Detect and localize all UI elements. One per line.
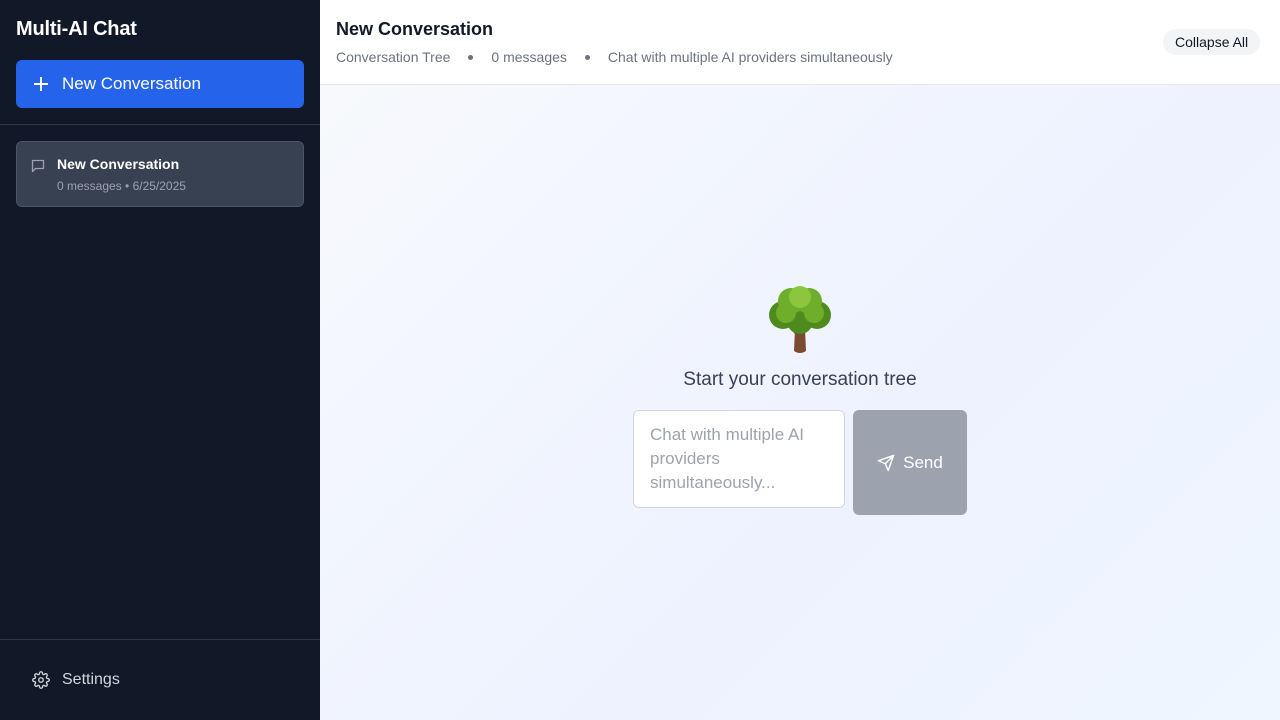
send-icon	[877, 454, 895, 471]
collapse-all-button[interactable]: Collapse All	[1163, 29, 1261, 55]
message-input[interactable]	[633, 410, 845, 508]
main-panel: New Conversation Conversation Tree 0 mes…	[320, 0, 1280, 720]
sidebar-divider	[0, 124, 320, 125]
header-subline: Conversation Tree 0 messages Chat with m…	[336, 49, 893, 65]
sidebar: Multi-AI Chat New Conversation New Conve…	[0, 0, 320, 720]
plus-icon	[34, 77, 48, 91]
gear-icon	[32, 671, 50, 689]
message-count: 0 messages	[491, 49, 567, 65]
conversation-list-item[interactable]: New Conversation 0 messages • 6/25/2025	[16, 141, 304, 207]
separator-dot	[584, 54, 590, 60]
empty-state-heading: Start your conversation tree	[683, 369, 917, 390]
sidebar-divider-bottom	[0, 639, 320, 640]
chat-bubble-icon	[31, 159, 45, 173]
new-conversation-button[interactable]: New Conversation	[16, 60, 304, 108]
conversation-header: New Conversation Conversation Tree 0 mes…	[320, 0, 1280, 85]
separator-dot	[468, 54, 474, 60]
conversation-meta: 0 messages • 6/25/2025	[57, 179, 186, 193]
empty-state: Start your conversation tree Send	[320, 85, 1280, 720]
app-title: Multi-AI Chat	[16, 18, 137, 40]
header-tagline: Chat with multiple AI providers simultan…	[607, 49, 893, 65]
send-label: Send	[903, 452, 943, 472]
tree-icon	[769, 286, 831, 353]
conversation-title: New Conversation	[57, 156, 180, 172]
send-button[interactable]: Send	[853, 410, 967, 515]
settings-label: Settings	[62, 671, 120, 688]
settings-button[interactable]: Settings	[16, 660, 304, 700]
view-label: Conversation Tree	[336, 49, 451, 65]
page-title: New Conversation	[336, 19, 494, 39]
new-conversation-label: New Conversation	[62, 74, 201, 93]
